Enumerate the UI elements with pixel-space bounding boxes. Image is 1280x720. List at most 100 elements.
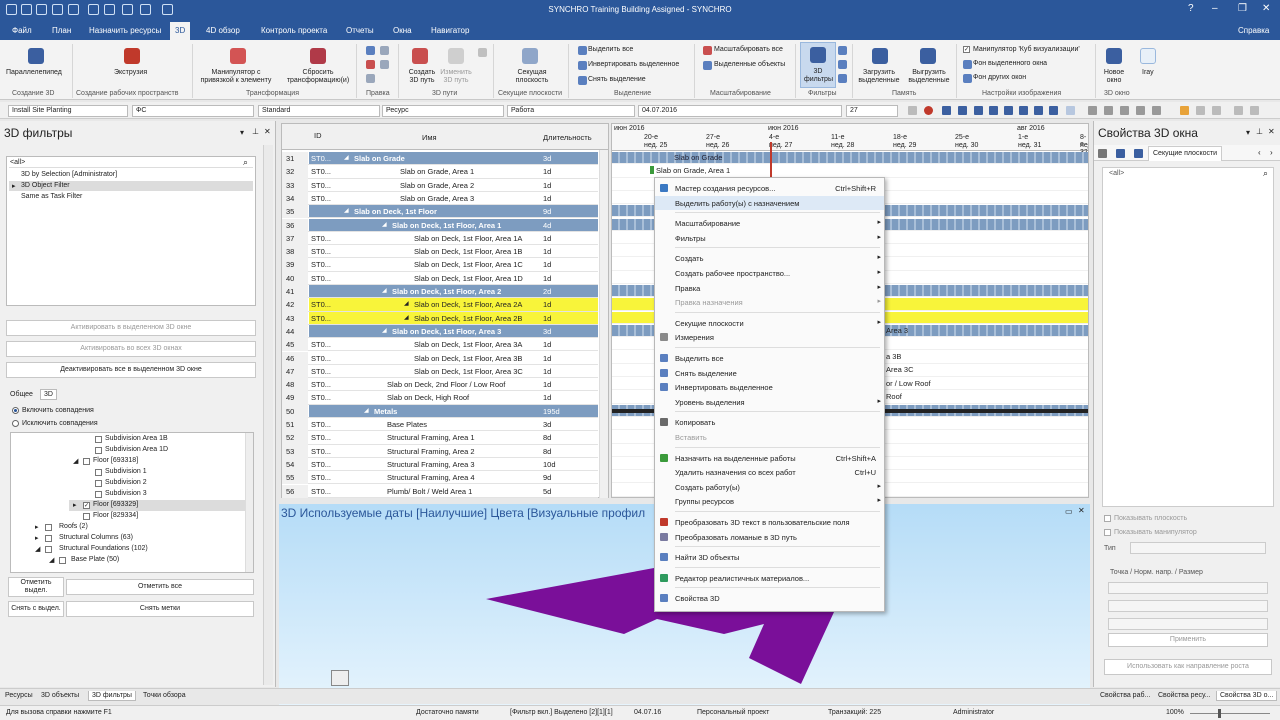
skip-start-icon[interactable] (942, 106, 951, 115)
load-icon[interactable] (872, 48, 888, 64)
collapse-icon[interactable]: ◢ (364, 407, 369, 414)
show-plane-checkbox[interactable] (1104, 515, 1111, 522)
bg-other-button[interactable]: Фон других окон (973, 74, 1026, 81)
activate-selected-button[interactable]: Активировать в выделенном 3D окне (6, 320, 256, 336)
expand-icon[interactable]: ▸ (12, 182, 16, 190)
reset-transform-icon[interactable] (310, 48, 326, 64)
table-row[interactable]: 40 ST0... Slab on Deck, 1st Floor, Area 1D… (282, 271, 598, 285)
tab-resources[interactable]: Ресурсы (2, 691, 36, 700)
table-row[interactable]: 55 ST0... Structural Framing, Area 4 9d (282, 471, 598, 485)
panel-close-icon[interactable]: ✕ (1268, 127, 1275, 136)
deactivate-all-button[interactable]: Деактивировать все в выделенном 3D окне (6, 362, 256, 378)
task-name[interactable]: Slab on Deck, 1st Floor, Area 2 (392, 287, 540, 296)
context-menu-item[interactable]: Свойства 3D (655, 591, 884, 605)
apply-button[interactable]: Применить (1108, 633, 1268, 647)
tab-task-properties[interactable]: Свойства раб... (1097, 691, 1153, 700)
tab-left-icon[interactable]: ‹ (1258, 148, 1261, 157)
context-menu-item[interactable]: Снять выделение (655, 366, 884, 380)
tab-resource-properties[interactable]: Свойства ресу... (1155, 691, 1214, 700)
filter-icon[interactable] (838, 46, 847, 55)
color-icon[interactable] (1180, 106, 1189, 115)
background-icon[interactable] (963, 60, 972, 69)
loop-icon[interactable] (1049, 106, 1058, 115)
toolbar-icon[interactable] (1212, 106, 1221, 115)
context-menu-item[interactable]: Редактор реалистичных материалов... (655, 571, 884, 585)
toolbar-icon[interactable] (1152, 106, 1161, 115)
tree-checkbox[interactable] (45, 535, 52, 542)
table-row[interactable]: 34 ST0... Slab on Grade, Area 3 1d (282, 191, 598, 206)
tree-item[interactable]: Roofs (2) (59, 523, 88, 530)
table-row[interactable]: 38 ST0... Slab on Deck, 1st Floor, Area 1B… (282, 245, 598, 259)
table-row[interactable]: 45 ST0... Slab on Deck, 1st Floor, Area 3A… (282, 338, 598, 352)
tab-navigator[interactable]: Навигатор (431, 26, 469, 35)
table-row[interactable]: 56 ST0... Plumb/ Bolt / Weld Area 1 5d (282, 484, 598, 498)
filter-search[interactable]: <all> (10, 159, 25, 166)
close-icon[interactable]: ✕ (1262, 3, 1270, 14)
tree-item[interactable]: Floor [829334] (93, 512, 138, 519)
tree-item[interactable]: Subdivision 2 (105, 479, 147, 486)
panel-menu-icon[interactable]: ▾ (1246, 128, 1250, 137)
context-menu-item[interactable]: Правка ▸ (655, 281, 884, 295)
include-radio[interactable] (12, 407, 19, 414)
panel-pin-icon[interactable]: ▾ (240, 128, 244, 137)
new-window-icon[interactable] (1106, 48, 1122, 64)
table-row[interactable]: 35 Slab on Deck, 1st Floor 9d ◢ (282, 205, 598, 219)
extrude-icon[interactable] (124, 48, 140, 64)
tab-project-control[interactable]: Контроль проекта (261, 26, 327, 35)
zoom-selected-icon[interactable] (703, 61, 712, 70)
iray-button[interactable]: Iray (1142, 69, 1154, 76)
toolbar-icon[interactable] (1196, 106, 1205, 115)
clear-selection-button[interactable]: Снять выделение (588, 76, 646, 83)
column-id-header[interactable]: ID (314, 132, 322, 140)
work-filter-select[interactable]: Install Site Planting (8, 105, 128, 117)
collapse-icon[interactable]: ◢ (404, 300, 409, 307)
task-name[interactable]: Slab on Deck, 1st Floor, Area 1A (414, 234, 540, 243)
context-menu-item[interactable]: Масштабирование ▸ (655, 216, 884, 230)
table-row[interactable]: 54 ST0... Structural Framing, Area 3 10d (282, 457, 598, 472)
context-menu-item[interactable]: Создать рабочее пространство... ▸ (655, 266, 884, 280)
tree-scrollbar[interactable] (245, 433, 253, 572)
tab-windows[interactable]: Окна (393, 26, 412, 35)
toolbar-icon[interactable] (908, 106, 917, 115)
tree-checkbox[interactable] (59, 557, 66, 564)
section-plane-button[interactable]: Секущая плоскость (506, 69, 558, 85)
list-search[interactable]: <all> (1109, 170, 1124, 177)
table-row[interactable]: 36 Slab on Deck, 1st Floor, Area 1 4d ◢ (282, 218, 598, 232)
maximize-icon[interactable]: ❐ (1238, 3, 1247, 14)
tab-file[interactable]: Файл (12, 26, 32, 35)
clear-marks-button[interactable]: Снять метки (66, 601, 254, 617)
toolbar-icon[interactable] (1250, 106, 1259, 115)
task-name[interactable]: Structural Framing, Area 1 (387, 433, 540, 442)
tree-checkbox[interactable] (95, 480, 102, 487)
task-name[interactable]: Slab on Deck, 1st Floor (354, 207, 540, 216)
tab-reports[interactable]: Отчеты (346, 26, 374, 35)
expand-icon[interactable]: ▸ (35, 523, 39, 531)
context-menu-item[interactable]: Мастер создания ресурсов... Ctrl+Shift+R (655, 181, 884, 195)
table-row[interactable]: 51 ST0... Base Plates 3d (282, 418, 598, 432)
select-all-button[interactable]: Выделить все (588, 46, 633, 53)
edit-icon[interactable] (366, 60, 375, 69)
task-name[interactable]: Slab on Grade, Area 2 (400, 181, 540, 190)
task-name[interactable]: Slab on Deck, 2nd Floor / Low Roof (387, 380, 540, 389)
task-name[interactable]: Metals (374, 407, 540, 416)
task-name[interactable]: Slab on Deck, 1st Floor, Area 1D (414, 274, 540, 283)
reset-transform-button[interactable]: Сбросить трансформацию(и) (282, 69, 354, 85)
table-row[interactable]: 31 ST0... Slab on Grade 3d ◢ (282, 152, 598, 166)
context-menu-item[interactable]: Выделить работу(ы) с назначением (655, 195, 884, 210)
table-row[interactable]: 52 ST0... Structural Framing, Area 1 8d (282, 431, 598, 445)
collapse-icon[interactable]: ◢ (49, 556, 54, 564)
help-menu[interactable]: Справка (1238, 26, 1269, 35)
context-menu-item[interactable]: Создать ▸ (655, 251, 884, 265)
context-menu-item[interactable]: Измерения (655, 330, 884, 344)
tree-item[interactable]: Floor [693329] (93, 501, 138, 508)
box-icon[interactable] (28, 48, 44, 64)
step-back-icon[interactable] (958, 106, 967, 115)
invert-selection-icon[interactable] (578, 61, 587, 70)
layout-select[interactable]: Standard (258, 105, 380, 117)
zoom-all-icon[interactable] (703, 46, 712, 55)
panel-pin-icon[interactable]: ⊥ (252, 127, 259, 136)
task-name[interactable]: Structural Framing, Area 4 (387, 473, 540, 482)
tab-3d-properties[interactable]: Свойства 3D о... (1216, 691, 1278, 701)
task-name[interactable]: Slab on Deck, 1st Floor, Area 1B (414, 247, 540, 256)
tab-4d-review[interactable]: 4D обзор (206, 26, 240, 35)
